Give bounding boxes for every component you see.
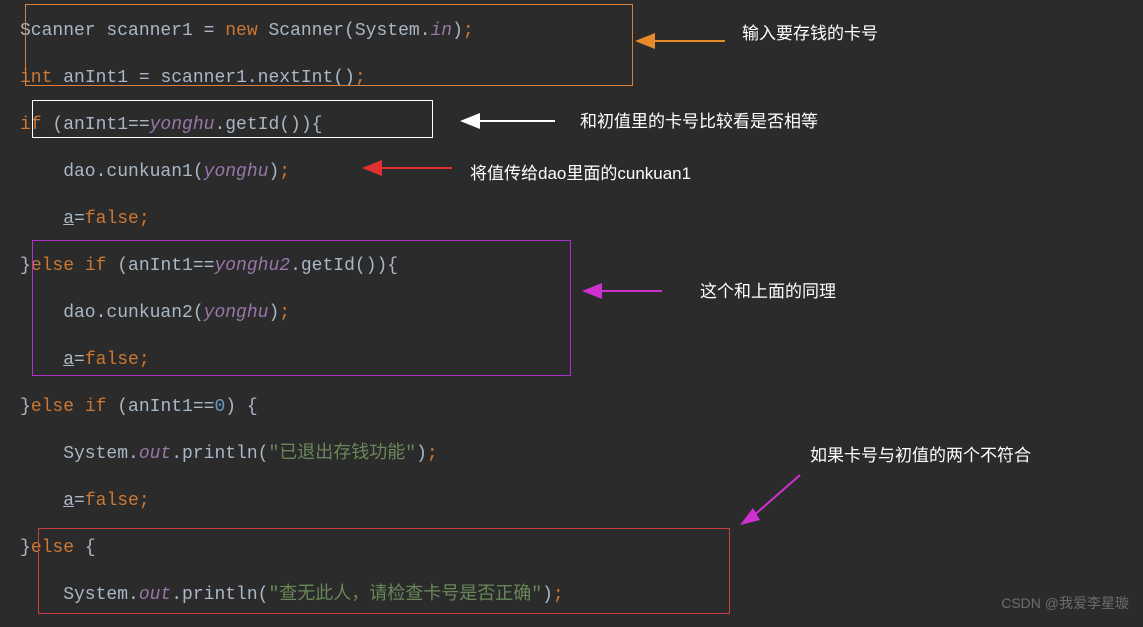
annotation-text: 如果卡号与初值的两个不符合 (810, 442, 1031, 469)
code-line: a=false; (20, 196, 1123, 243)
annotation-text: 将值传给dao里面的cunkuan1 (470, 160, 691, 187)
code-line: }else { (20, 525, 1123, 572)
code-line: dao.cunkuan2(yonghu); (20, 290, 1123, 337)
code-line: a=false; (20, 478, 1123, 525)
annotation-text: 和初值里的卡号比较看是否相等 (580, 108, 818, 135)
code-line: }else if (anInt1==0) { (20, 384, 1123, 431)
code-line: if (anInt1==yonghu.getId()){ (20, 102, 1123, 149)
annotation-text: 输入要存钱的卡号 (742, 20, 878, 47)
code-line: }else if (anInt1==yonghu2.getId()){ (20, 243, 1123, 290)
code-line: a=false; (20, 337, 1123, 384)
code-editor: Scanner scanner1 = new Scanner(System.in… (0, 0, 1143, 627)
code-line: int anInt1 = scanner1.nextInt(); (20, 55, 1123, 102)
annotation-text: 这个和上面的同理 (700, 278, 836, 305)
watermark: CSDN @我爱李星璇 (1001, 592, 1129, 614)
code-line: System.out.println("查无此人，请检查卡号是否正确"); (20, 572, 1123, 619)
code-line: Scanner scanner1 = new Scanner(System.in… (20, 8, 1123, 55)
